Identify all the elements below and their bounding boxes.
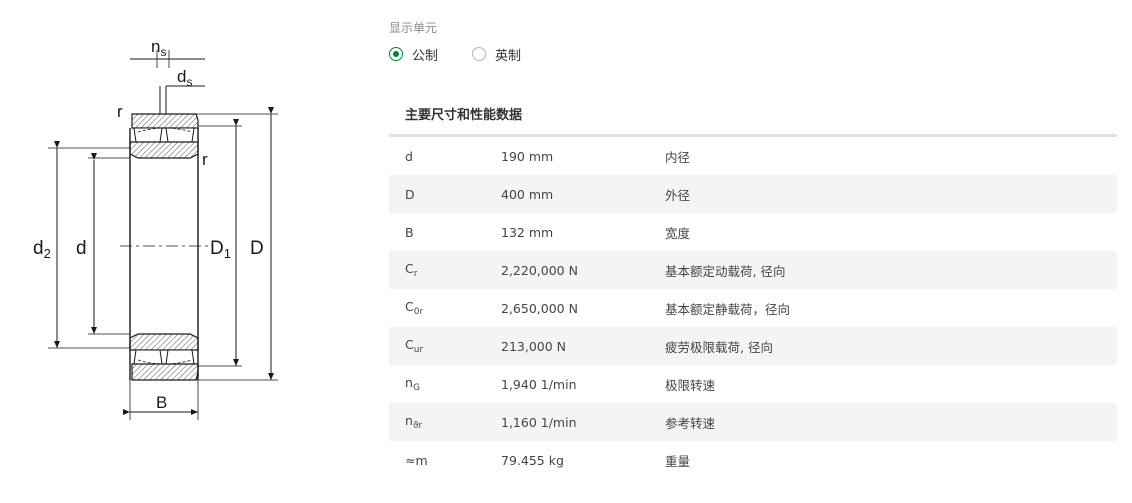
row-value: 190 mm — [501, 148, 554, 164]
label-B: B — [156, 393, 167, 412]
row-symbol: Cur — [405, 337, 424, 355]
row-description: 疲劳极限载荷, 径向 — [665, 339, 773, 355]
row-value: 400 mm — [501, 186, 554, 202]
radio-imperial-circle[interactable] — [472, 47, 487, 61]
radio-imperial-label[interactable]: 英制 — [495, 45, 521, 64]
label-d: d — [76, 238, 87, 259]
label-r-side: r — [202, 150, 208, 169]
row-symbol: Cr — [405, 261, 418, 279]
unit-radio-group: 公制 英制 — [389, 45, 555, 64]
row-value: 213,000 N — [501, 338, 567, 354]
row-description: 外径 — [665, 187, 691, 203]
table-row: nϑr 1,160 1/min 参考转速 — [389, 403, 1117, 441]
table-row: Cr 2,220,000 N 基本额定动载荷, 径向 — [389, 251, 1117, 289]
bearing-drawing: ns ds r r d2 d D1 D B — [20, 28, 320, 428]
row-description: 宽度 — [665, 225, 691, 241]
table-row: ≈m 79.455 kg 重量 — [389, 441, 1117, 479]
row-value: 79.455 kg — [501, 452, 564, 468]
row-symbol: ≈m — [405, 452, 428, 468]
label-D: D — [250, 238, 264, 259]
radio-metric-circle[interactable] — [389, 47, 403, 61]
label-D1: D1 — [210, 238, 231, 261]
row-description: 基本额定静载荷，径向 — [665, 301, 791, 317]
table-row: C0r 2,650,000 N 基本额定静载荷，径向 — [389, 289, 1117, 327]
row-symbol: B — [405, 224, 414, 240]
row-description: 内径 — [665, 149, 691, 165]
row-value: 2,220,000 N — [501, 262, 578, 278]
table-row: d 190 mm 内径 — [389, 137, 1117, 175]
row-description: 重量 — [665, 453, 691, 469]
table-row: nG 1,940 1/min 极限转速 — [389, 365, 1117, 403]
row-description: 极限转速 — [665, 377, 716, 393]
unit-selector: 显示单元 公制 英制 — [389, 20, 555, 64]
bearing-cross-section-diagram: ns ds r r d2 d D1 D B — [33, 37, 278, 420]
table-title: 主要尺寸和性能数据 — [389, 98, 1117, 137]
label-r-top: r — [117, 102, 123, 121]
table-row: Cur 213,000 N 疲劳极限载荷, 径向 — [389, 327, 1117, 365]
dimensions-table: 主要尺寸和性能数据 d 190 mm 内径 D 400 mm 外径 B 132 … — [389, 98, 1117, 479]
row-value: 1,160 1/min — [501, 414, 577, 430]
row-description: 基本额定动载荷, 径向 — [665, 263, 786, 279]
row-symbol: D — [405, 186, 415, 202]
row-value: 132 mm — [501, 224, 554, 240]
row-value: 1,940 1/min — [501, 376, 577, 392]
radio-metric-label[interactable]: 公制 — [412, 45, 438, 64]
table-row: B 132 mm 宽度 — [389, 213, 1117, 251]
unit-label: 显示单元 — [389, 21, 438, 35]
label-d2: d2 — [33, 238, 51, 261]
row-symbol: C0r — [405, 299, 424, 317]
radio-imperial[interactable]: 英制 — [472, 45, 521, 64]
row-description: 参考转速 — [665, 415, 716, 431]
row-symbol: nϑr — [405, 413, 423, 431]
table-row: D 400 mm 外径 — [389, 175, 1117, 213]
label-ns: ns — [151, 37, 166, 59]
radio-metric[interactable]: 公制 — [389, 45, 438, 64]
row-symbol: nG — [405, 375, 420, 393]
row-symbol: d — [405, 148, 413, 164]
label-ds: ds — [177, 67, 192, 89]
row-value: 2,650,000 N — [501, 300, 578, 316]
